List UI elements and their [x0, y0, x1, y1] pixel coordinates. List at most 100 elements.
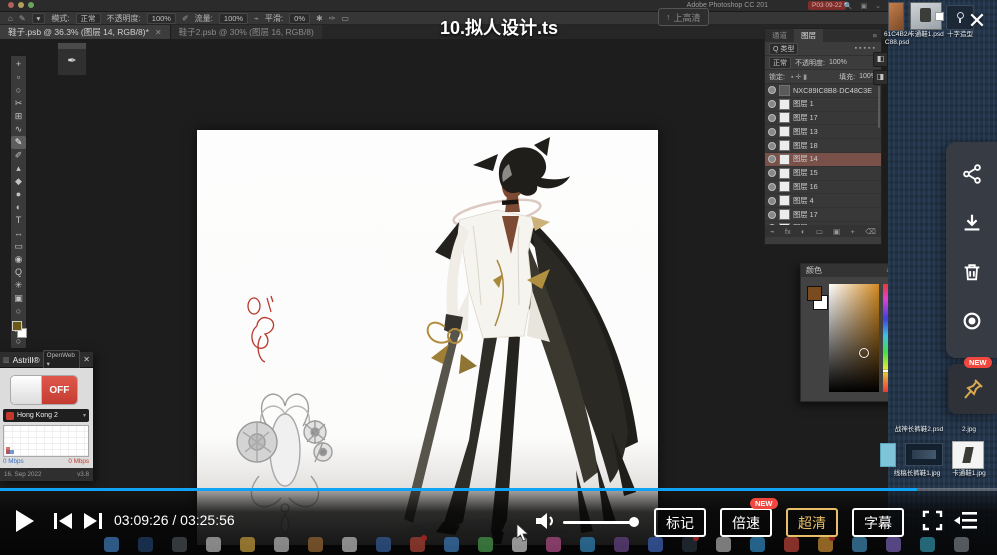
volume-slider[interactable]	[563, 521, 633, 524]
ps-tool-icon[interactable]: T	[11, 214, 26, 227]
eye-icon[interactable]	[768, 224, 776, 225]
ps-tool-icon[interactable]: ∿	[11, 123, 26, 136]
libraries-panel-icon[interactable]: ◨	[873, 70, 888, 85]
astrill-close-icon[interactable]: ✕	[83, 355, 90, 364]
layers-footer-icon[interactable]: fx	[785, 227, 791, 236]
eye-icon[interactable]	[768, 142, 776, 150]
mac-close-dot[interactable]	[8, 2, 14, 8]
openweb-dropdown[interactable]: OpenWeb ▾	[43, 350, 81, 370]
collapse-panel-icon[interactable]: ◧	[873, 52, 888, 67]
layer-row[interactable]: 图层 13	[765, 125, 881, 139]
pin-tile[interactable]	[948, 364, 997, 414]
eye-icon[interactable]	[768, 100, 776, 108]
ps-tool-icon[interactable]: ●	[11, 188, 26, 201]
vpn-toggle[interactable]: OFF	[10, 375, 78, 405]
selection-checkbox[interactable]	[935, 12, 944, 21]
layer-row[interactable]: 图层 18	[765, 139, 881, 153]
layers-footer-icon[interactable]: ⌁	[770, 227, 775, 236]
ps-tool-icon[interactable]: ⊞	[11, 110, 26, 123]
document-tab-active[interactable]: 鞋子.psb @ 36.3% (图层 14, RGB/8)* ✕	[0, 25, 170, 39]
ps-tool-icon[interactable]: ✳	[11, 279, 26, 292]
opacity-value[interactable]: 100%	[829, 59, 847, 66]
eye-icon[interactable]	[768, 86, 776, 94]
tab-layers[interactable]: 图层	[794, 29, 823, 42]
eye-icon[interactable]	[768, 211, 776, 219]
layers-panel-footer-icons[interactable]: ⌁fx◐▭▣+⌫	[765, 225, 881, 237]
close-tab-icon[interactable]: ✕	[155, 28, 162, 37]
gear-icon[interactable]: ✱	[316, 14, 323, 23]
mac-minimize-dot[interactable]	[18, 2, 24, 8]
progress-bar[interactable]	[0, 488, 997, 491]
ps-tool-icon[interactable]: ◆	[11, 175, 26, 188]
layer-row[interactable]: 图层 8	[765, 222, 881, 225]
subtitle-button[interactable]: 字幕	[852, 508, 904, 537]
layers-footer-icon[interactable]: ⌫	[865, 227, 876, 236]
ps-tool-icon[interactable]: ▴	[11, 162, 26, 175]
blend-mode-dropdown[interactable]: 正常	[769, 57, 791, 69]
ps-tool-icon[interactable]: ✐	[11, 149, 26, 162]
eye-icon[interactable]	[768, 155, 776, 163]
foreground-background-swatches[interactable]	[11, 320, 26, 322]
ps-tool-icon[interactable]: ↔	[11, 227, 26, 240]
ps-menubar-icons[interactable]: 🔍 ▣ ⌄	[844, 2, 884, 10]
mac-zoom-dot[interactable]	[28, 2, 34, 8]
layers-footer-icon[interactable]: ▭	[816, 227, 823, 236]
smooth-select[interactable]: 0%	[289, 13, 310, 24]
file-thumbnail-figure[interactable]	[952, 441, 984, 469]
file-thumbnail[interactable]	[888, 2, 904, 31]
delete-icon[interactable]	[961, 261, 983, 288]
volume-knob[interactable]	[629, 517, 639, 527]
eye-icon[interactable]	[768, 197, 776, 205]
ps-tool-icon[interactable]: ✎	[11, 136, 26, 149]
share-icon[interactable]	[961, 163, 983, 190]
document-tab-idle[interactable]: 鞋子2.psb @ 30% (图层 16, RGB/8)	[170, 25, 322, 39]
saturation-brightness-field[interactable]	[829, 284, 879, 392]
playlist-icon[interactable]	[954, 511, 978, 530]
flow-select[interactable]: 100%	[219, 13, 248, 24]
pressure-size-icon[interactable]: ✑	[329, 14, 336, 23]
quality-button[interactable]: 超清	[786, 508, 838, 537]
color-field-marker[interactable]	[859, 348, 869, 358]
symmetry-icon[interactable]: ▭	[341, 14, 349, 23]
file-thumbnail-dark-lineart[interactable]	[905, 443, 943, 466]
pressure-opacity-icon[interactable]: ✐	[182, 14, 189, 23]
layers-footer-icon[interactable]: ▣	[833, 227, 840, 236]
file-thumbnail-cartoon-shoe[interactable]	[910, 2, 942, 30]
ps-canvas[interactable]	[197, 130, 658, 545]
brush-tool-icon[interactable]: ✎	[19, 14, 26, 23]
ps-tool-icon[interactable]: ▣	[11, 292, 26, 305]
ps-tool-icon[interactable]: ◉	[11, 253, 26, 266]
previous-button[interactable]	[52, 511, 74, 531]
layer-row[interactable]: 图层 17	[765, 208, 881, 222]
ps-tool-icon[interactable]: +	[11, 58, 26, 71]
play-button[interactable]	[12, 508, 36, 534]
layer-row[interactable]: 图层 17	[765, 112, 881, 126]
ps-tool-icon[interactable]: ○	[11, 84, 26, 97]
foreground-color-swatch[interactable]	[12, 321, 22, 331]
mode-select[interactable]: 正常	[76, 13, 101, 24]
eye-icon[interactable]	[768, 169, 776, 177]
layers-scrollbar[interactable]	[878, 86, 880, 128]
layer-row[interactable]: 图层 14	[765, 153, 881, 167]
fullscreen-icon[interactable]	[922, 510, 943, 531]
close-icon[interactable]: ✕	[962, 6, 992, 36]
server-selector[interactable]: Hong Kong 2 ▾	[3, 409, 89, 422]
foreground-swatch[interactable]	[807, 286, 822, 301]
volume-icon[interactable]	[534, 511, 556, 531]
ps-tool-icon[interactable]: ◐	[11, 201, 26, 214]
mark-button[interactable]: 标记	[654, 508, 706, 537]
layer-row[interactable]: 图层 16	[765, 181, 881, 195]
layer-row[interactable]: 图层 4	[765, 194, 881, 208]
eye-icon[interactable]	[768, 114, 776, 122]
layer-row[interactable]: 图层 15	[765, 167, 881, 181]
airbrush-icon[interactable]: ⌁	[254, 14, 259, 23]
tab-channels[interactable]: 通道	[765, 29, 794, 42]
next-button[interactable]	[82, 511, 104, 531]
eye-icon[interactable]	[768, 128, 776, 136]
brush-preview-float-panel[interactable]: ✒	[57, 42, 87, 76]
filter-icons[interactable]: ▪▪▪▪▪	[855, 45, 877, 52]
file-thumbnail-partial[interactable]	[880, 443, 896, 467]
ps-tool-icon[interactable]: ✂	[11, 97, 26, 110]
player-quality-hint-button[interactable]: ↑ 上高清	[658, 8, 709, 26]
home-icon[interactable]: ⌂	[8, 14, 13, 23]
